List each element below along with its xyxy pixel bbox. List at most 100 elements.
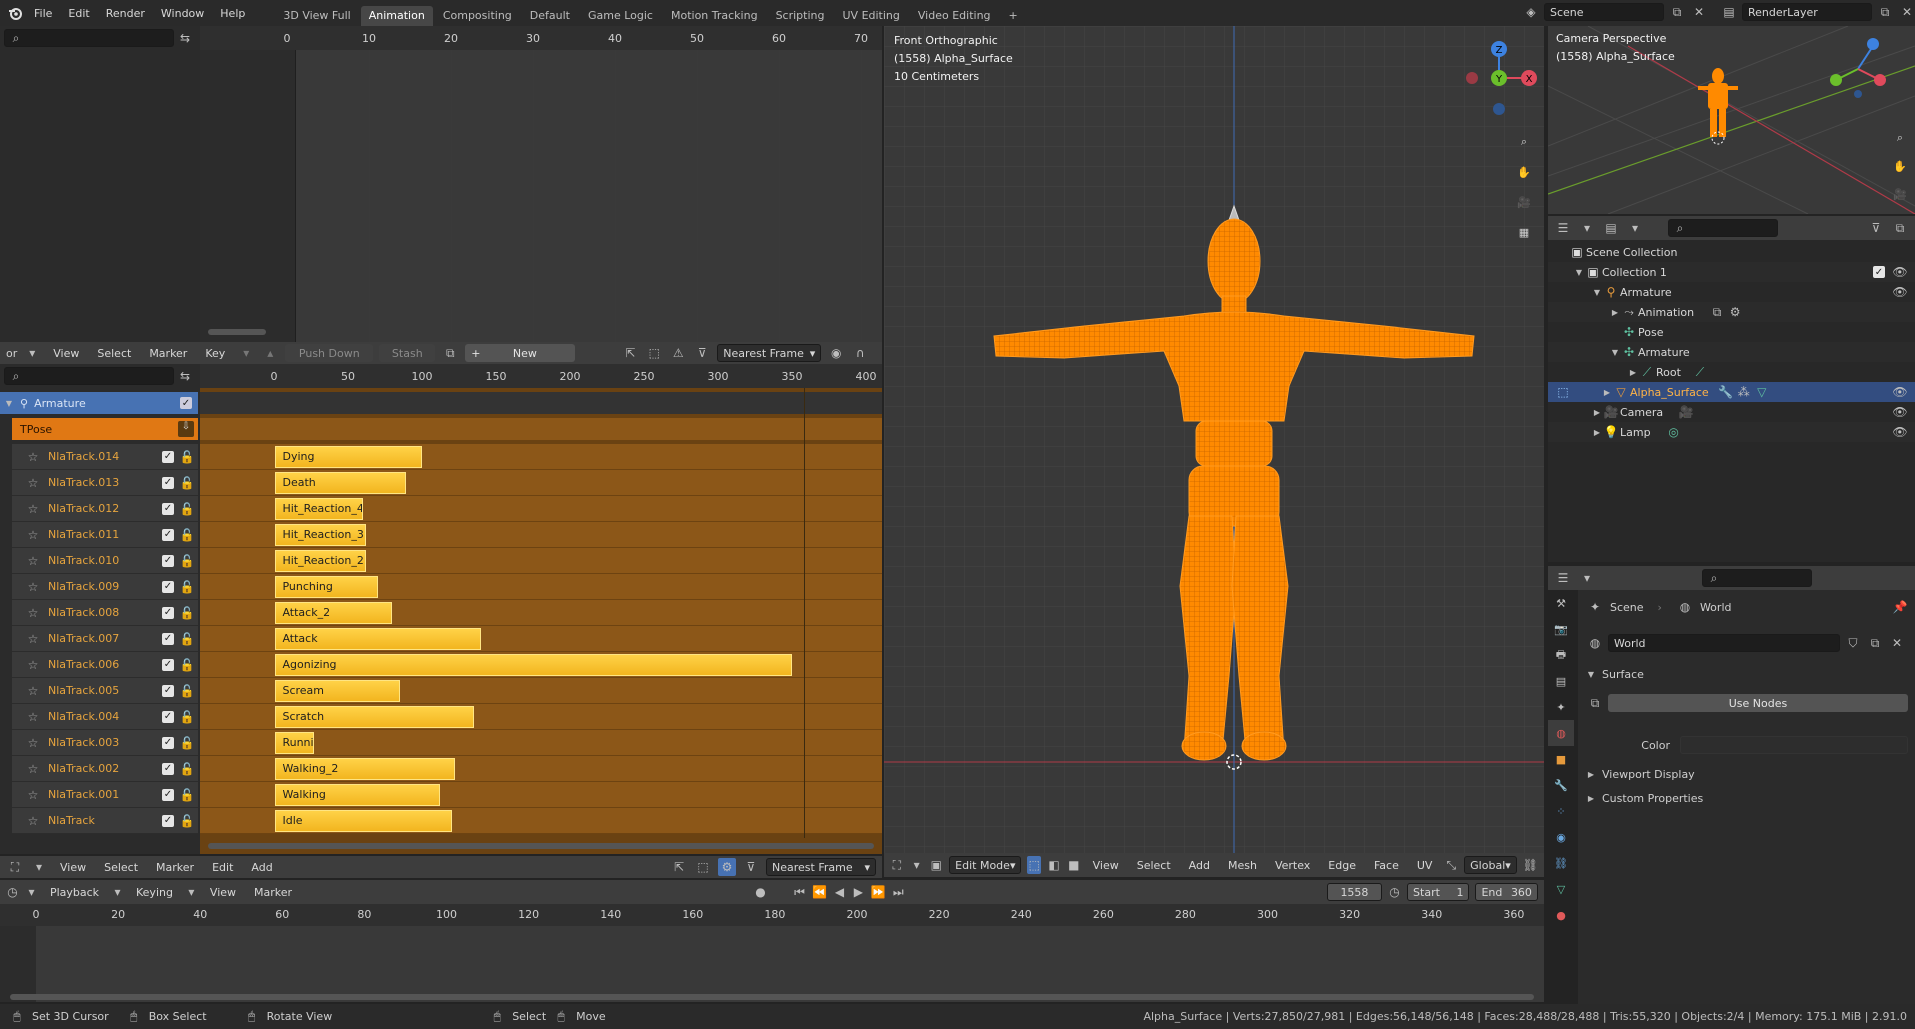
preview-range-icon[interactable]: ◷ [1388,883,1401,901]
solo-star-icon[interactable]: ☆ [24,812,42,830]
cursor-icon[interactable]: ⇱ [621,344,639,362]
solo-star-icon[interactable]: ☆ [24,526,42,544]
nla-track-channel[interactable]: ☆ NlaTrack.009 ✓ 🔓 [12,574,198,600]
stash-button[interactable]: Stash [379,344,436,362]
new-scene-icon[interactable]: ⧉ [1668,3,1686,21]
character-mesh[interactable] [884,26,1544,854]
delete-scene-icon[interactable]: ✕ [1690,3,1708,21]
new-collection-icon[interactable]: ⧉ [1891,219,1909,237]
outliner-row-animation[interactable]: ▶ ⤳ Animation ⧉ ⚙ [1548,302,1915,322]
delete-view-layer-icon[interactable]: ✕ [1898,3,1915,21]
nla-action-strip[interactable]: Hit_Reaction_4 [275,498,363,520]
lock-icon[interactable]: 🔓 [180,604,195,622]
outliner-search-input[interactable]: ⌕ [1668,219,1778,237]
track-mute-checkbox[interactable]: ✓ [162,814,174,827]
viewport-menu-uv[interactable]: UV [1411,859,1439,872]
track-mute-checkbox[interactable]: ✓ [162,788,174,801]
world-name-field[interactable]: World [1608,634,1840,652]
nla-track-channel[interactable]: ☆ NlaTrack.014 ✓ 🔓 [12,444,198,470]
nla-action-strip[interactable]: Punching [275,576,378,598]
nla-track-channel[interactable]: ☆ NlaTrack.011 ✓ 🔓 [12,522,198,548]
track-mute-checkbox[interactable]: ✓ [162,528,174,541]
collapse-icon[interactable]: ▼ [1610,348,1620,357]
solo-star-icon[interactable]: ☆ [24,682,42,700]
camera-view-icon[interactable]: 🎥 [1888,182,1912,206]
footer-menu-select[interactable]: Select [98,861,144,874]
armature-checkbox[interactable]: ✓ [180,397,192,409]
timeline-region[interactable]: 0 20 40 60 80 100 120 140 160 180 200 220 240 260 280 3… [0,904,1544,1002]
tab-game-logic[interactable]: Game Logic [580,6,661,26]
camera-preview-viewport[interactable]: Camera Perspective (1558) Alpha_Surface … [1548,26,1915,214]
data-tab-icon[interactable]: ▽ [1548,876,1574,902]
current-frame-field[interactable]: 1558 [1326,883,1383,901]
render-tab-icon[interactable]: 📷 [1548,616,1574,642]
add-workspace-button[interactable]: + [1001,6,1026,26]
nla-action-strip[interactable]: Hit_Reaction_3 [275,524,366,546]
physics-tab-icon[interactable]: ◉ [1548,824,1574,850]
box-icon[interactable]: ⬚ [645,344,663,362]
chevron-down-icon[interactable]: ▾ [30,858,48,876]
camera-pan-icon[interactable]: ✋ [1888,154,1912,178]
track-mute-checkbox[interactable]: ✓ [162,736,174,749]
menu-render[interactable]: Render [100,7,151,20]
lock-icon[interactable]: 🔓 [180,760,195,778]
filter-icon[interactable]: ⊽ [693,344,711,362]
nla-track-channel[interactable]: ☆ NlaTrack.005 ✓ 🔓 [12,678,198,704]
outliner-row-collection-1[interactable]: ▼ ▣ Collection 1 ✓ 👁 [1548,262,1915,282]
tab-motion-tracking[interactable]: Motion Tracking [663,6,766,26]
lock-icon[interactable]: 🔓 [180,578,195,596]
nla-scrollbar[interactable] [208,843,874,849]
cursor-icon[interactable]: ⇱ [670,858,688,876]
edge-select-icon[interactable]: ◧ [1047,856,1061,874]
box-icon[interactable]: ⬚ [694,858,712,876]
viewport-menu-edge[interactable]: Edge [1322,859,1362,872]
track-mute-checkbox[interactable]: ✓ [162,762,174,775]
link-icon[interactable]: ⛓ [1523,856,1538,874]
chevron-down-icon[interactable]: ▾ [23,344,41,362]
expand-icon[interactable]: ▼ [4,399,14,408]
nla-menu-marker[interactable]: Marker [143,347,193,360]
menu-file[interactable]: File [28,7,58,20]
nla-menu-key[interactable]: Key [199,347,231,360]
eye-icon[interactable]: 👁 [1891,403,1909,421]
scene-tab-icon[interactable]: ✦ [1548,694,1574,720]
track-mute-checkbox[interactable]: ✓ [162,658,174,671]
nla-action-strip[interactable]: Running [275,732,314,754]
nla-action-strip[interactable]: Attack_2 [275,602,393,624]
nla-action-strip[interactable]: Idle [275,810,452,832]
scene-field[interactable]: Scene [1544,3,1664,21]
play-reverse-icon[interactable]: ◀ [833,883,846,901]
viewport-menu-view[interactable]: View [1087,859,1125,872]
push-down-button[interactable]: Push Down [285,344,374,362]
tpose-action-channel[interactable]: TPose ⇩ [12,418,198,440]
editor-type-icon[interactable]: ⛶ [6,858,24,876]
viewport-display-panel[interactable]: ▶ Viewport Display [1586,768,1695,781]
menu-window[interactable]: Window [155,7,210,20]
tab-video-editing[interactable]: Video Editing [910,6,999,26]
collapse-icon[interactable]: ▼ [1574,268,1584,277]
start-frame-field[interactable]: Start 1 [1407,883,1470,901]
menu-edit[interactable]: Edit [62,7,95,20]
outliner-row-camera[interactable]: ▶ 🎥 Camera 🎥 👁 [1548,402,1915,422]
footer-menu-view[interactable]: View [54,861,92,874]
nla-track-channel[interactable]: ☆ NlaTrack.006 ✓ 🔓 [12,652,198,678]
track-mute-checkbox[interactable]: ✓ [162,450,174,463]
record-icon[interactable]: ● [754,883,767,901]
filter-icon[interactable]: ⊽ [742,858,760,876]
eye-icon[interactable]: 👁 [1891,263,1909,281]
nla-menu-select[interactable]: Select [91,347,137,360]
nla-track-channel[interactable]: ☆ NlaTrack.010 ✓ 🔓 [12,548,198,574]
modifier-tab-icon[interactable]: 🔧 [1548,772,1574,798]
dopesheet-search-input[interactable]: ⌕ [4,29,174,47]
timeline-scrollbar[interactable] [10,994,1534,1000]
nla-action-strip[interactable]: Scream [275,680,400,702]
nla-action-strip[interactable]: Walking [275,784,440,806]
lock-icon[interactable]: 🔓 [180,448,195,466]
use-nodes-button[interactable]: Use Nodes [1608,694,1908,712]
viewport-menu-select[interactable]: Select [1131,859,1177,872]
particles-tab-icon[interactable]: ⁘ [1548,798,1574,824]
view-layer-icon[interactable]: ▤ [1720,3,1738,21]
nla-action-strip[interactable]: Walking_2 [275,758,455,780]
surface-panel-header[interactable]: ▼ Surface [1586,668,1644,681]
camera-navigation-gizmo[interactable] [1818,34,1888,104]
